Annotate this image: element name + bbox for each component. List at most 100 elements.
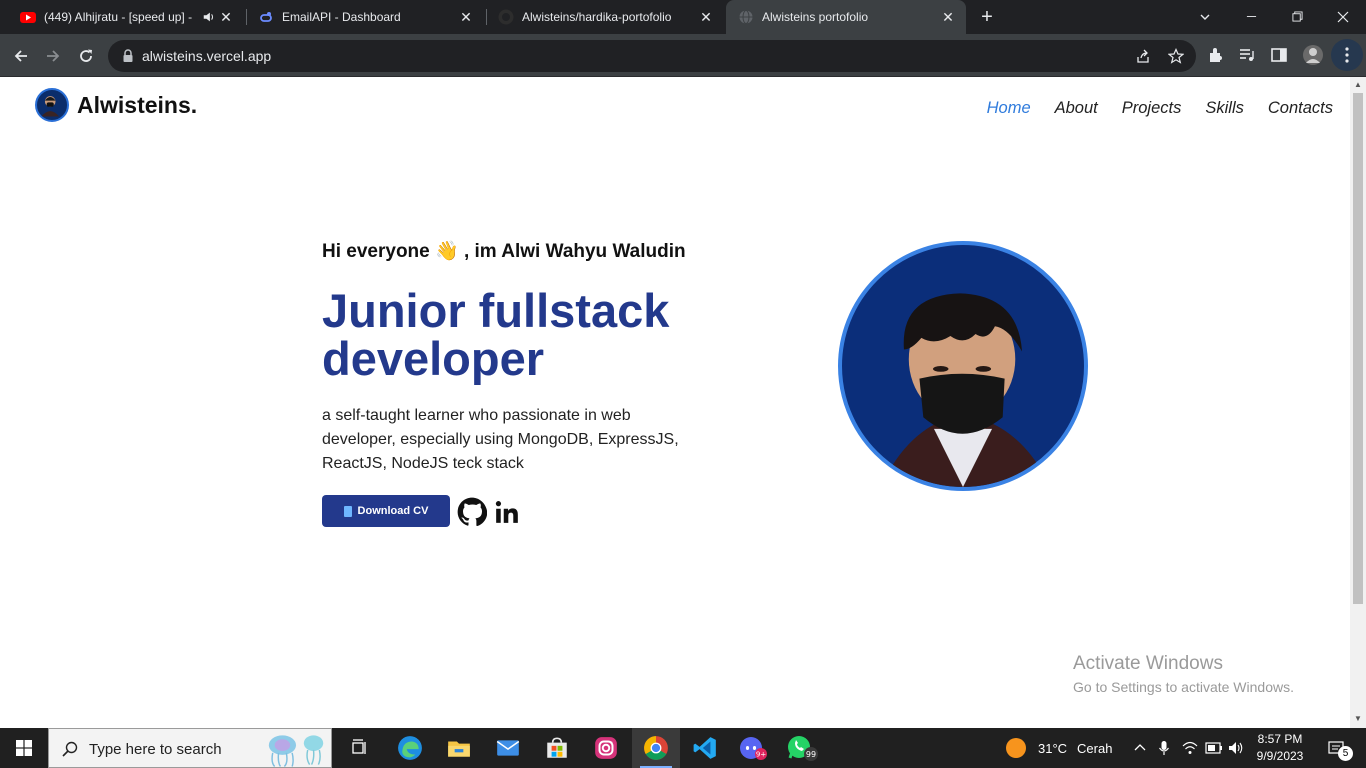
web-page: Alwisteins. Home About Projects Skills C…	[0, 77, 1350, 728]
page-scrollbar[interactable]: ▲ ▼	[1350, 77, 1366, 728]
battery-icon[interactable]	[1205, 741, 1223, 755]
tab-search-button[interactable]	[1182, 0, 1228, 34]
side-panel-icon[interactable]	[1270, 46, 1288, 64]
taskbar-chrome[interactable]	[632, 728, 680, 768]
taskbar-file-explorer[interactable]	[435, 728, 483, 768]
volume-icon[interactable]	[1228, 740, 1244, 756]
start-button[interactable]	[0, 728, 48, 768]
taskbar-mail[interactable]	[484, 728, 532, 768]
wifi-icon[interactable]	[1182, 740, 1198, 756]
taskbar-instagram[interactable]	[582, 728, 630, 768]
profile-photo	[838, 241, 1088, 491]
weather-widget[interactable]: 31°C Cerah	[1006, 728, 1112, 768]
youtube-icon	[20, 12, 36, 23]
discord-badge: 9+	[756, 751, 766, 759]
minimize-button[interactable]	[1228, 0, 1274, 34]
brand-logo	[35, 88, 69, 122]
tab-github[interactable]: Alwisteins/hardika-portofolio ✕	[488, 0, 724, 34]
chevron-up-icon[interactable]	[1134, 742, 1146, 754]
forward-button[interactable]	[40, 43, 66, 69]
waving-hand-emoji: 👋	[435, 241, 459, 262]
taskbar-vscode[interactable]	[681, 728, 729, 768]
speaker-icon[interactable]	[202, 10, 216, 24]
scroll-down-icon[interactable]: ▼	[1354, 715, 1362, 723]
system-clock[interactable]: 8:57 PM 9/9/2023	[1250, 731, 1310, 765]
taskbar-search-box[interactable]: Type here to search	[48, 728, 332, 768]
search-icon	[62, 741, 78, 757]
microphone-icon[interactable]	[1158, 740, 1170, 756]
media-queue-icon[interactable]	[1238, 46, 1256, 64]
taskbar-whatsapp[interactable]: 99	[779, 728, 827, 768]
nav-skills[interactable]: Skills	[1205, 99, 1244, 118]
github-icon	[498, 9, 514, 25]
tab-youtube[interactable]: (449) Alhijratu - [speed up] - ✕	[8, 0, 244, 34]
arrow-left-icon	[14, 50, 27, 62]
vscode-icon	[693, 737, 716, 759]
lock-icon	[123, 49, 133, 62]
hero-greeting: Hi everyone 👋 , im Alwi Wahyu Waludin	[322, 239, 686, 263]
minimize-icon	[1246, 16, 1256, 17]
tab-emailapi[interactable]: EmailAPI - Dashboard ✕	[248, 0, 484, 34]
hero-headline: Junior fullstack developer	[322, 284, 670, 385]
watermark-subtitle: Go to Settings to activate Windows.	[1073, 679, 1294, 695]
tab-title: Alwisteins portofolio	[762, 10, 869, 24]
github-icon[interactable]	[457, 497, 487, 527]
scroll-up-icon[interactable]: ▲	[1354, 81, 1362, 89]
nav-about[interactable]: About	[1055, 99, 1098, 118]
restore-icon	[1291, 11, 1303, 22]
whatsapp-badge: 99	[806, 750, 816, 759]
download-cv-label: Download CV	[357, 505, 429, 517]
tab-title: (449) Alhijratu - [speed up] -	[44, 10, 193, 24]
windows-activation-watermark: Activate Windows Go to Settings to activ…	[1073, 653, 1294, 695]
address-bar[interactable]: alwisteins.vercel.app	[108, 40, 1196, 72]
instagram-icon	[595, 737, 617, 759]
nav-projects[interactable]: Projects	[1122, 99, 1182, 118]
tab-separator	[486, 9, 487, 25]
tab-portofolio[interactable]: Alwisteins portofolio ✕	[726, 0, 966, 34]
close-icon[interactable]: ✕	[458, 9, 474, 25]
task-view-icon	[352, 739, 366, 754]
watermark-title: Activate Windows	[1073, 653, 1223, 674]
close-icon[interactable]: ✕	[698, 9, 714, 25]
back-button[interactable]	[8, 43, 34, 69]
close-window-button[interactable]	[1320, 0, 1366, 34]
new-tab-button[interactable]: +	[976, 6, 998, 28]
taskbar-edge[interactable]	[386, 728, 434, 768]
restore-button[interactable]	[1274, 0, 1320, 34]
taskbar-discord[interactable]: 9+	[730, 728, 778, 768]
extensions-icon[interactable]	[1207, 46, 1225, 64]
profile-avatar-icon[interactable]	[1302, 44, 1324, 66]
close-icon[interactable]: ✕	[940, 9, 956, 25]
greeting-text: Hi everyone	[322, 241, 435, 262]
hero-description: a self-taught learner who passionate in …	[322, 407, 679, 472]
mail-icon	[496, 740, 520, 756]
url-text[interactable]: alwisteins.vercel.app	[142, 48, 271, 64]
chrome-icon	[644, 736, 668, 760]
nav-home[interactable]: Home	[987, 99, 1031, 118]
share-icon[interactable]	[1135, 48, 1151, 64]
taskbar-store[interactable]	[533, 728, 581, 768]
jellyfish-highlight-icon	[268, 735, 324, 767]
notification-count: 5	[1338, 746, 1353, 761]
browser-toolbar: alwisteins.vercel.app	[0, 34, 1366, 77]
brand-name: Alwisteins.	[77, 91, 198, 118]
linkedin-icon[interactable]	[494, 497, 520, 527]
notification-center-button[interactable]: 5	[1320, 728, 1366, 768]
reload-button[interactable]	[73, 43, 99, 69]
tab-title: Alwisteins/hardika-portofolio	[522, 10, 672, 24]
brand[interactable]: Alwisteins.	[35, 88, 197, 122]
task-view-button[interactable]	[336, 728, 384, 768]
person-photo	[880, 293, 1051, 487]
nav-contacts[interactable]: Contacts	[1268, 99, 1333, 118]
tab-separator	[246, 9, 247, 25]
clock-time: 8:57 PM	[1257, 732, 1303, 746]
scroll-thumb[interactable]	[1353, 93, 1363, 604]
greeting-name: , im Alwi Wahyu Waludin	[458, 241, 686, 262]
search-placeholder: Type here to search	[89, 741, 222, 758]
close-icon[interactable]: ✕	[218, 9, 234, 25]
menu-button[interactable]	[1331, 39, 1363, 71]
reload-icon	[80, 49, 92, 62]
download-cv-button[interactable]: Download CV	[322, 495, 450, 527]
star-icon[interactable]	[1168, 48, 1184, 64]
discord-icon: 9+	[740, 737, 767, 760]
